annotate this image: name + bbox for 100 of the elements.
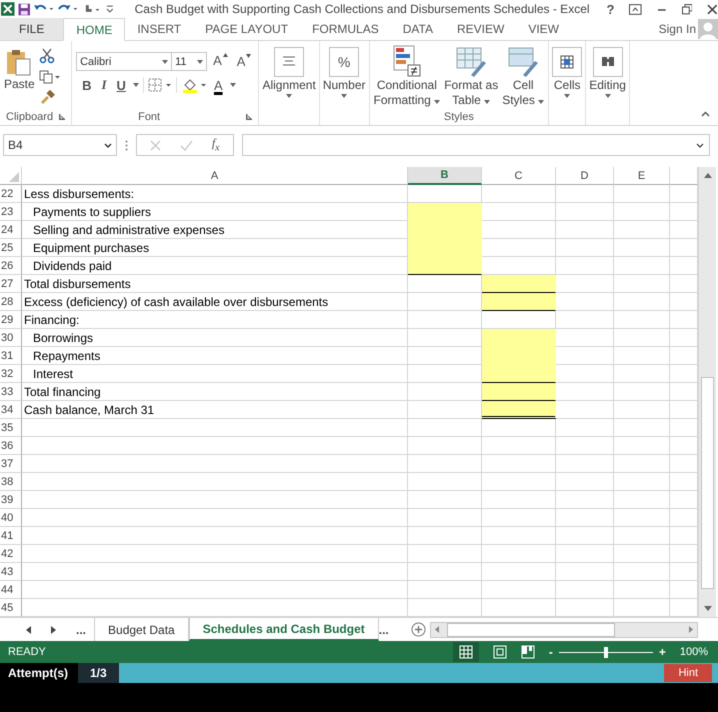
- row-header[interactable]: 44: [0, 581, 22, 599]
- save-icon[interactable]: [18, 2, 30, 16]
- bold-button[interactable]: B: [79, 78, 94, 92]
- sheet-cell[interactable]: [22, 563, 408, 581]
- sheet-cell[interactable]: [556, 203, 614, 221]
- row-header[interactable]: 24: [0, 221, 22, 239]
- restore-icon[interactable]: [682, 4, 692, 14]
- sheet-cell[interactable]: Repayments: [22, 347, 408, 365]
- row-header[interactable]: 38: [0, 473, 22, 491]
- sheet-cell[interactable]: [482, 563, 556, 581]
- more-sheets-button[interactable]: ...: [378, 622, 397, 636]
- font-name-dropdown[interactable]: Calibri: [76, 52, 172, 71]
- sheet-cell[interactable]: [22, 545, 408, 563]
- column-header[interactable]: C: [482, 167, 556, 185]
- row-header[interactable]: 35: [0, 419, 22, 437]
- row-header[interactable]: 31: [0, 347, 22, 365]
- dialog-launcher-icon[interactable]: [246, 114, 252, 120]
- scroll-down-icon[interactable]: [704, 606, 712, 611]
- help-button[interactable]: ?: [606, 2, 614, 16]
- insert-function-button[interactable]: f$_{x}$: [212, 136, 220, 154]
- sheet-cell[interactable]: [482, 419, 556, 437]
- sheet-cell[interactable]: [408, 437, 482, 455]
- row-header[interactable]: 39: [0, 491, 22, 509]
- row-header[interactable]: 22: [0, 185, 22, 203]
- number-button[interactable]: % Number: [322, 44, 366, 98]
- sheet-cell[interactable]: [556, 581, 614, 599]
- sheet-cell[interactable]: [22, 419, 408, 437]
- sheet-cell[interactable]: [22, 599, 408, 617]
- sheet-cell[interactable]: Less disbursements:: [22, 185, 408, 203]
- sheet-cell[interactable]: [408, 563, 482, 581]
- dialog-launcher-icon[interactable]: [59, 114, 66, 120]
- sheet-cell[interactable]: [482, 473, 556, 491]
- sheet-cell[interactable]: [614, 473, 670, 491]
- sheet-cell[interactable]: Dividends paid: [22, 257, 408, 275]
- sheet-cell[interactable]: [482, 581, 556, 599]
- sheet-cell[interactable]: [556, 221, 614, 239]
- sheet-cell[interactable]: [614, 311, 670, 329]
- caret-icon[interactable]: [230, 83, 236, 87]
- cells-button[interactable]: Cells: [552, 44, 582, 98]
- sheet-cell[interactable]: [22, 455, 408, 473]
- normal-view-icon[interactable]: [452, 642, 479, 662]
- sheet-cell[interactable]: [482, 203, 556, 221]
- row-header[interactable]: 26: [0, 257, 22, 275]
- sheet-cell[interactable]: [556, 563, 614, 581]
- zoom-in-button[interactable]: +: [658, 645, 666, 659]
- sheet-cell[interactable]: [556, 347, 614, 365]
- sheet-cell[interactable]: [614, 509, 670, 527]
- sheet-cell[interactable]: [408, 491, 482, 509]
- input-cell[interactable]: [482, 365, 556, 383]
- ribbon-tab[interactable]: INSERT: [125, 18, 194, 40]
- sheet-cell[interactable]: [556, 545, 614, 563]
- sheet-cell[interactable]: Financing:: [22, 311, 408, 329]
- sheet-cell[interactable]: [614, 401, 670, 419]
- alignment-button[interactable]: Alignment: [262, 44, 316, 98]
- row-header[interactable]: 43: [0, 563, 22, 581]
- sheet-cell[interactable]: [614, 329, 670, 347]
- sheet-cell[interactable]: [614, 455, 670, 473]
- input-cell[interactable]: [482, 329, 556, 347]
- sheet-cell[interactable]: [614, 491, 670, 509]
- sheet-cell[interactable]: Interest: [22, 365, 408, 383]
- sheet-cell[interactable]: [408, 419, 482, 437]
- sheet-cell[interactable]: [482, 545, 556, 563]
- next-sheet-icon[interactable]: [51, 626, 56, 634]
- fill-color-icon[interactable]: [180, 77, 207, 93]
- sheet-cell[interactable]: Selling and administrative expenses: [22, 221, 408, 239]
- sheet-cell[interactable]: [482, 599, 556, 617]
- close-icon[interactable]: [707, 4, 718, 14]
- paste-button[interactable]: Paste: [4, 44, 35, 109]
- row-header[interactable]: 30: [0, 329, 22, 347]
- sheet-cell[interactable]: [614, 437, 670, 455]
- row-header[interactable]: 25: [0, 239, 22, 257]
- sheet-cell[interactable]: [556, 329, 614, 347]
- sheet-cell[interactable]: [556, 311, 614, 329]
- sheet-cell[interactable]: [614, 383, 670, 401]
- page-break-icon[interactable]: [520, 645, 535, 659]
- new-sheet-icon[interactable]: [410, 622, 426, 637]
- sheet-cell[interactable]: [408, 581, 482, 599]
- sheet-cell[interactable]: [556, 293, 614, 311]
- format-painter-icon[interactable]: [38, 90, 55, 104]
- sheet-cell[interactable]: [556, 599, 614, 617]
- sheet-cell[interactable]: [482, 221, 556, 239]
- zoom-out-button[interactable]: -: [548, 645, 553, 659]
- sheet-cell[interactable]: [22, 581, 408, 599]
- sheet-cell[interactable]: [614, 257, 670, 275]
- sheet-cell[interactable]: [22, 527, 408, 545]
- sheet-cell[interactable]: [408, 455, 482, 473]
- ribbon-tab[interactable]: DATA: [390, 18, 445, 40]
- sheet-cell[interactable]: [556, 257, 614, 275]
- row-header[interactable]: 27: [0, 275, 22, 293]
- formula-input[interactable]: [242, 134, 710, 156]
- input-cell[interactable]: [482, 383, 556, 401]
- cancel-icon[interactable]: [150, 140, 162, 150]
- font-color-button[interactable]: A: [210, 78, 226, 92]
- sheet-cell[interactable]: [22, 509, 408, 527]
- sheet-cell[interactable]: [614, 239, 670, 257]
- row-header[interactable]: 23: [0, 203, 22, 221]
- sheet-tab[interactable]: Schedules and Cash Budget: [188, 618, 379, 641]
- sheet-cell[interactable]: [482, 509, 556, 527]
- sheet-cell[interactable]: [614, 365, 670, 383]
- sheet-cell[interactable]: [408, 509, 482, 527]
